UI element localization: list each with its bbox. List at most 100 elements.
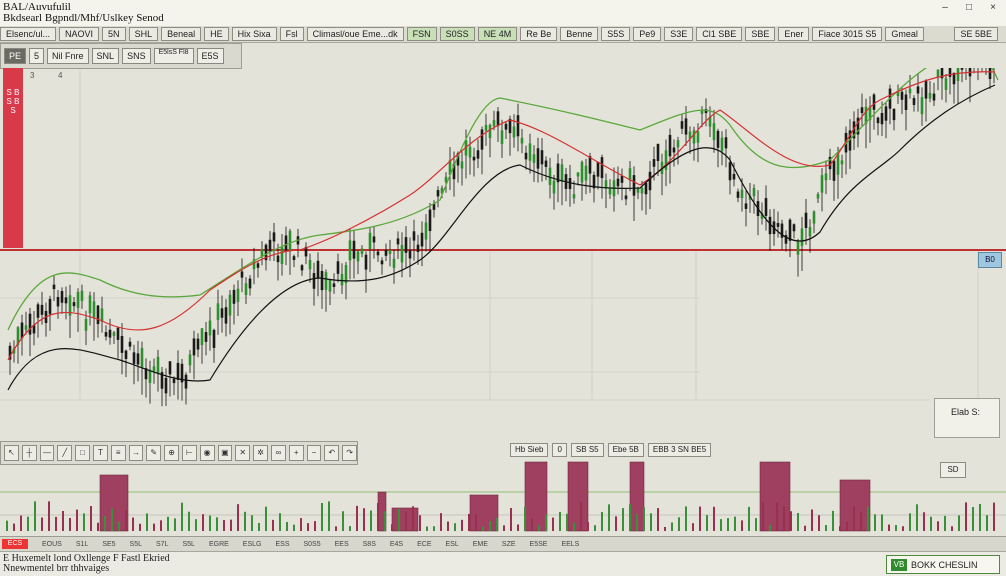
price-chart[interactable] (0, 68, 1006, 438)
volume-bar (524, 461, 548, 532)
volume-bar (608, 504, 610, 531)
volume-bar (769, 524, 771, 531)
toolbar-right-label[interactable]: SE 5BE (954, 27, 998, 41)
volume-bar (293, 524, 295, 531)
volume-bar (958, 515, 960, 531)
candle-down (408, 250, 412, 259)
status-badge[interactable]: VB BOKK CHESLIN (886, 555, 1000, 574)
toolbar-item[interactable]: S3E (664, 27, 694, 41)
candle-down (224, 307, 228, 324)
volume-bar (993, 502, 995, 531)
subbar-button[interactable]: E5lsS Fl8 (153, 48, 194, 64)
volume-bar (125, 510, 127, 531)
toolbar-item[interactable]: Cl1 SBE (696, 27, 743, 41)
candle-up (340, 274, 344, 286)
toolbar-item[interactable]: Benne (560, 27, 599, 41)
candle-down (300, 265, 304, 271)
candle-down (420, 232, 424, 247)
toolbar-item[interactable]: Pe9 (633, 27, 662, 41)
candle-up (152, 366, 156, 372)
toolbar-item[interactable]: FSN (406, 27, 437, 41)
candle-up (812, 211, 816, 224)
candle-down (164, 377, 168, 394)
candle-up (88, 295, 92, 314)
indicator-tab[interactable]: Hb Sieb (510, 443, 549, 457)
maximize-icon[interactable]: □ (962, 2, 976, 13)
candle-up (696, 131, 700, 143)
candle-down (588, 156, 592, 174)
candle-down (916, 86, 920, 94)
candle-down (212, 329, 216, 348)
candle-down (436, 190, 440, 197)
info-box[interactable]: Elab S: (934, 398, 1000, 438)
volume-bar (496, 518, 498, 531)
volume-bar (720, 519, 722, 531)
candle-up (720, 137, 724, 152)
candle-down (668, 134, 672, 157)
candle-down (568, 178, 572, 190)
toolbar-item[interactable]: S0SS (439, 27, 475, 41)
toolbar-item[interactable]: Elsenc/ul... (0, 27, 57, 41)
subbar-button[interactable]: SNS (122, 48, 151, 64)
volume-bar (811, 509, 813, 531)
candle-down (128, 341, 132, 347)
volume-bar (279, 513, 281, 531)
grid-lines (0, 70, 979, 401)
volume-bar (664, 526, 666, 531)
candle-down (104, 332, 108, 337)
candle-down (924, 80, 928, 99)
toolbar-item[interactable]: NE 4M (477, 27, 518, 41)
toolbar-item[interactable]: 5N (102, 27, 126, 41)
volume-bar (531, 518, 533, 531)
toolbar-item[interactable]: SBE (745, 27, 776, 41)
toolbar-item[interactable]: NAOVI (59, 27, 100, 41)
toolbar-item[interactable]: Fiace 3015 S5 (812, 27, 883, 41)
toolbar-item[interactable]: Fsl (279, 27, 304, 41)
indicator-tab[interactable]: Ebe 5B (607, 443, 644, 457)
indicator-tab[interactable]: SB S5 (570, 443, 604, 457)
candle-up (324, 272, 328, 290)
candle-down (536, 148, 540, 169)
toolbar-item[interactable]: Beneal (161, 27, 202, 41)
candle-down (168, 361, 172, 375)
volume-bar (447, 521, 449, 531)
toolbar-item[interactable]: Re Be (520, 27, 558, 41)
toolbar-item[interactable]: Climasl/oue Eme...dk (306, 27, 404, 41)
price-tag: B0 (978, 252, 1002, 268)
candle-up (800, 228, 804, 246)
indicator-tab[interactable]: EBB 3 SN BE5 (647, 443, 712, 457)
volume-chart[interactable] (0, 458, 1006, 538)
toolbar-item[interactable]: SHL (128, 27, 159, 41)
subbar-button[interactable]: Nil Fnre (47, 48, 89, 64)
period-button[interactable]: PE (4, 48, 27, 64)
volume-bar (286, 521, 288, 531)
indicator-tab[interactable]: 0 (552, 443, 567, 457)
toolbar-item[interactable]: S5S (601, 27, 631, 41)
minimize-icon[interactable]: – (938, 2, 952, 13)
toolbar-item[interactable]: Gmeal (885, 27, 924, 41)
candle-down (52, 284, 56, 290)
candle-down (232, 289, 236, 304)
subbar-button[interactable]: 5 (29, 48, 45, 64)
volume-bar (538, 525, 540, 531)
volume-bar (923, 512, 925, 531)
toolbar-item[interactable]: Hix Sixa (231, 27, 277, 41)
candle-up (512, 126, 516, 138)
volume-bar (965, 502, 967, 531)
subbar-button[interactable]: E5S (196, 48, 224, 64)
volume-bar (265, 506, 267, 531)
volume-bar (384, 511, 386, 531)
candle-up (280, 246, 284, 264)
subbar-button[interactable]: SNL (91, 48, 120, 64)
volume-bar (160, 520, 162, 531)
volume-bar (832, 510, 834, 531)
axis-tick: EME (472, 540, 488, 548)
volume-bar (258, 523, 260, 531)
candle-down (672, 147, 676, 153)
close-icon[interactable]: × (986, 2, 1000, 13)
toolbar-item[interactable]: Ener (778, 27, 810, 41)
candle-down (596, 161, 600, 177)
candle-down (56, 296, 60, 307)
volume-bar (762, 501, 764, 531)
toolbar-item[interactable]: HE (204, 27, 229, 41)
